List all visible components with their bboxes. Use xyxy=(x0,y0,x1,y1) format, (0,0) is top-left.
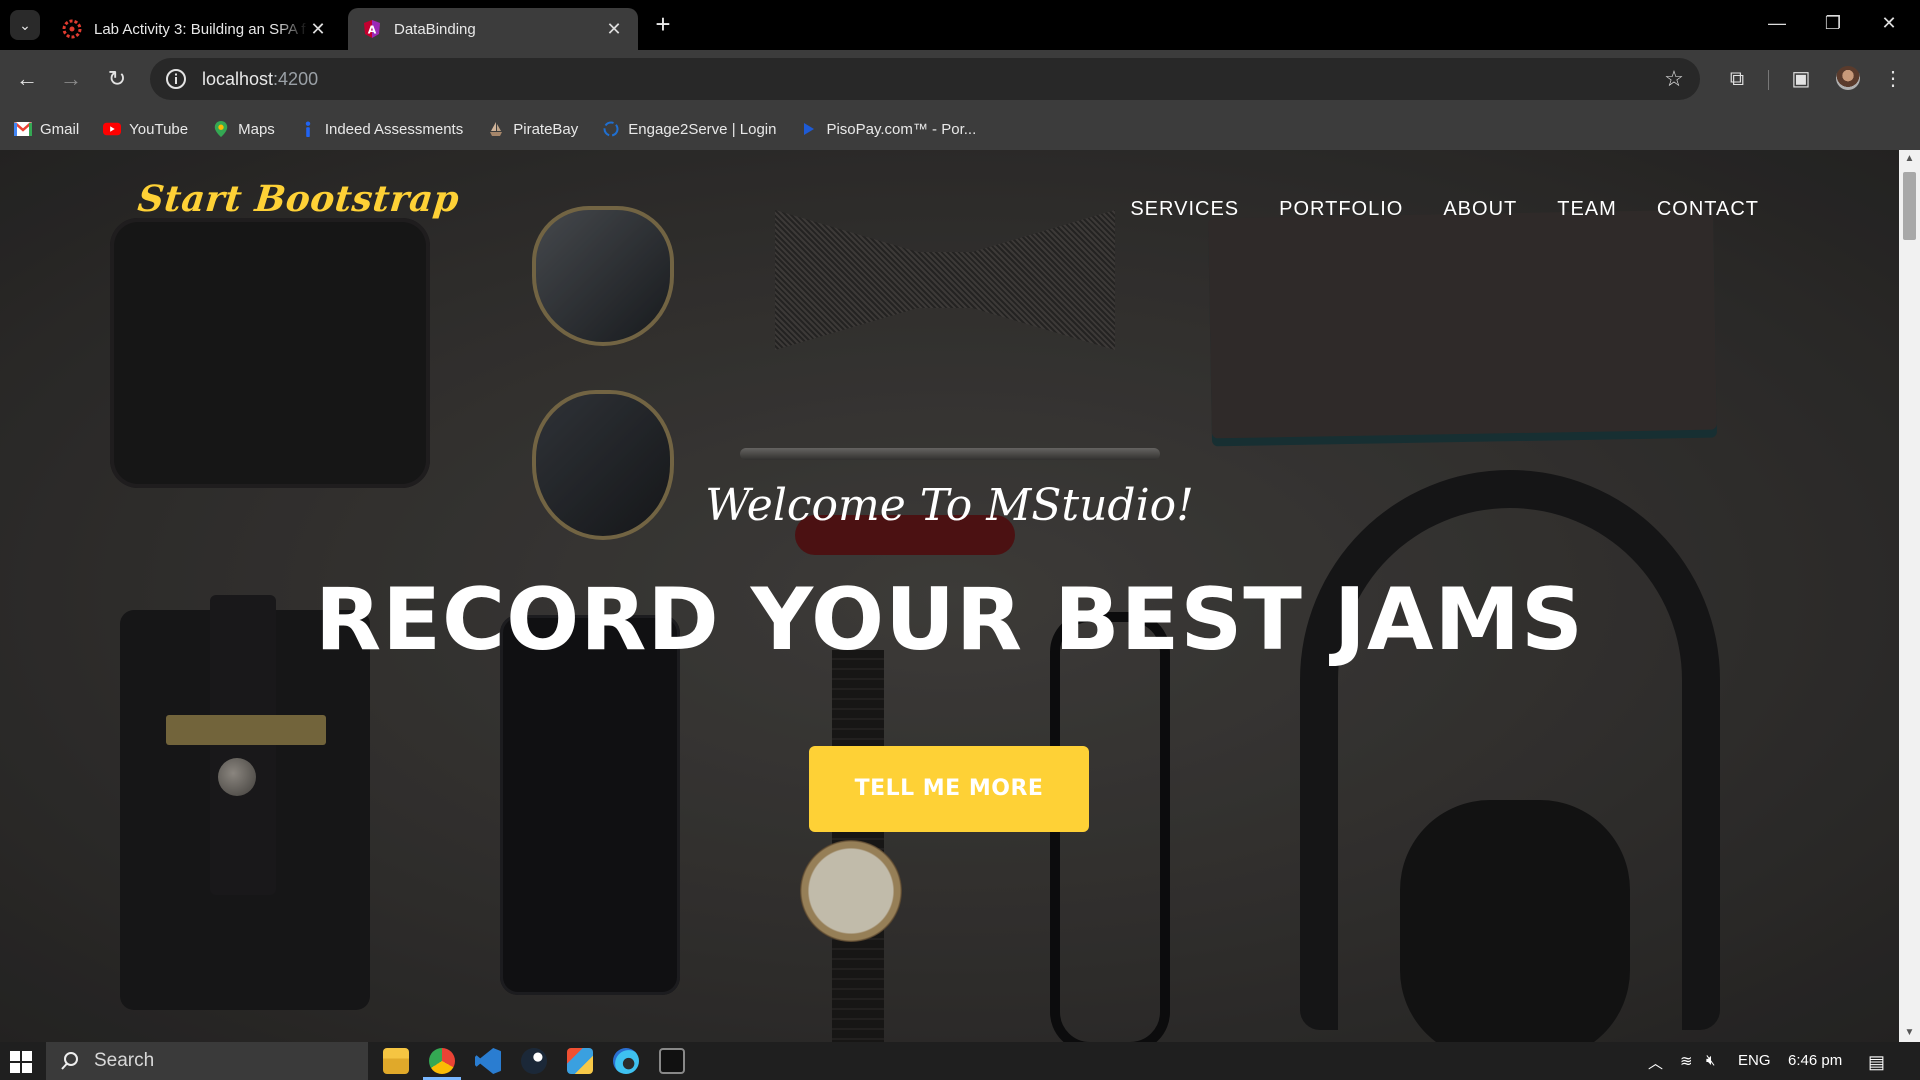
search-icon xyxy=(61,1052,78,1070)
site-brand-logo[interactable]: Start Bootstrap xyxy=(136,178,461,220)
scrollbar-thumb[interactable] xyxy=(1903,172,1916,240)
engage2serve-icon xyxy=(603,121,619,137)
nav-link-services[interactable]: SERVICES xyxy=(1130,198,1239,221)
language-indicator[interactable]: ENG xyxy=(1738,1052,1771,1069)
edge-icon[interactable] xyxy=(613,1048,639,1074)
side-panel-icon[interactable]: ▣ xyxy=(1788,66,1814,92)
browser-toolbar: ← → ↻ localhost:4200 ☆ ⧉ ▣ ⋮ xyxy=(0,50,1920,108)
url-host: localhost xyxy=(202,68,274,89)
back-arrow-icon[interactable]: ← xyxy=(12,64,42,94)
restore-icon[interactable]: ❐ xyxy=(1810,8,1856,38)
new-tab-plus-icon[interactable]: + xyxy=(650,11,676,38)
bookmarks-bar: Gmail YouTube Maps Indeed Assessments Pi… xyxy=(0,108,1920,150)
url-port: :4200 xyxy=(273,68,319,89)
vscode-icon[interactable] xyxy=(475,1048,501,1074)
nav-link-portfolio[interactable]: PORTFOLIO xyxy=(1279,198,1403,221)
bookmark-indeed[interactable]: Indeed Assessments xyxy=(299,121,463,138)
address-bar[interactable]: localhost:4200 ☆ xyxy=(150,58,1700,100)
nav-link-team[interactable]: TEAM xyxy=(1557,198,1617,221)
close-window-icon[interactable]: ✕ xyxy=(1866,8,1912,38)
nav-link-contact[interactable]: CONTACT xyxy=(1657,198,1759,221)
clock-time[interactable]: 6:46 pm xyxy=(1788,1052,1842,1069)
extensions-puzzle-icon[interactable]: ⧉ xyxy=(1724,66,1750,92)
hero-heading: RECORD YOUR BEST JAMS xyxy=(315,570,1584,670)
site-info-icon[interactable] xyxy=(164,67,188,91)
notifications-icon[interactable]: ▤ xyxy=(1868,1052,1885,1073)
tab-title: Lab Activity 3: Building an SPA f xyxy=(94,20,306,38)
bookmark-label: PirateBay xyxy=(513,120,579,138)
tab-close-icon[interactable]: ✕ xyxy=(604,19,624,39)
canvas-lms-icon xyxy=(62,19,82,39)
profile-avatar[interactable] xyxy=(1836,66,1860,90)
maps-icon xyxy=(214,121,228,137)
terminal-icon[interactable] xyxy=(659,1048,685,1074)
tab-search-chevron-down-icon[interactable]: ⌄ xyxy=(10,10,40,40)
bookmark-piratebay[interactable]: PirateBay xyxy=(487,121,578,138)
scroll-up-arrow-icon[interactable]: ▲ xyxy=(1899,150,1920,168)
bookmark-label: PisoPay.com™ - Por... xyxy=(826,120,977,138)
menu-kebab-icon[interactable]: ⋮ xyxy=(1880,66,1906,92)
url-text: localhost:4200 xyxy=(202,69,318,90)
page-viewport: Start Bootstrap SERVICES PORTFOLIO ABOUT… xyxy=(0,150,1899,1042)
bookmark-youtube[interactable]: YouTube xyxy=(103,121,188,138)
site-nav: SERVICES PORTFOLIO ABOUT TEAM CONTACT xyxy=(1090,198,1759,221)
bookmark-label: Gmail xyxy=(40,120,80,138)
tab-databinding[interactable]: A DataBinding ✕ xyxy=(348,8,638,50)
taskbar-search-placeholder: Search xyxy=(94,1050,155,1071)
bookmark-label: Engage2Serve | Login xyxy=(628,120,777,138)
windows-taskbar: Search ︿ ≋ 🔇︎ ENG 6:46 pm ▤ xyxy=(0,1042,1920,1080)
tab-title: DataBinding xyxy=(394,20,476,38)
bookmark-gmail[interactable]: Gmail xyxy=(14,121,79,138)
bookmark-star-icon[interactable]: ☆ xyxy=(1662,67,1686,91)
gmail-icon xyxy=(14,122,32,136)
indeed-icon xyxy=(305,121,311,137)
reload-icon[interactable]: ↻ xyxy=(102,64,132,94)
tray-chevron-up-icon[interactable]: ︿ xyxy=(1648,1052,1663,1073)
bookmark-label: Indeed Assessments xyxy=(324,120,464,138)
tab-close-icon[interactable]: ✕ xyxy=(308,19,328,39)
angular-icon: A xyxy=(364,20,380,38)
svg-text:A: A xyxy=(368,24,377,37)
bookmark-engage2serve[interactable]: Engage2Serve | Login xyxy=(602,121,776,138)
chrome-icon[interactable] xyxy=(423,1048,461,1080)
forward-arrow-icon[interactable]: → xyxy=(56,64,86,94)
tab-lab-activity[interactable]: Lab Activity 3: Building an SPA f ✕ xyxy=(48,8,342,50)
taskbar-search-box[interactable]: Search xyxy=(46,1042,368,1080)
bookmark-pisopay[interactable]: PisoPay.com™ - Por... xyxy=(800,121,976,138)
pisopay-icon xyxy=(804,123,815,135)
page-scrollbar[interactable]: ▲ ▼ xyxy=(1899,150,1920,1042)
bookmark-maps[interactable]: Maps xyxy=(212,121,275,138)
bookmark-label: Maps xyxy=(238,120,275,138)
file-explorer-icon[interactable] xyxy=(383,1048,409,1074)
windows-start-icon[interactable] xyxy=(10,1051,32,1073)
bookmark-label: YouTube xyxy=(129,120,189,138)
hero-subheading: Welcome To MStudio! xyxy=(705,480,1194,531)
browser-tab-bar: ⌄ Lab Activity 3: Building an SPA f ✕ A … xyxy=(0,0,1920,50)
steam-icon[interactable] xyxy=(521,1048,547,1074)
toolbar-divider xyxy=(1768,70,1769,90)
tell-me-more-button[interactable]: TELL ME MORE xyxy=(809,746,1089,832)
minimize-icon[interactable]: — xyxy=(1754,8,1800,38)
speaker-muted-icon[interactable]: 🔇︎ xyxy=(1706,1052,1715,1069)
youtube-icon xyxy=(103,122,122,136)
nav-link-about[interactable]: ABOUT xyxy=(1443,198,1517,221)
git-icon[interactable] xyxy=(567,1048,593,1074)
scroll-down-arrow-icon[interactable]: ▼ xyxy=(1899,1024,1920,1042)
ship-icon xyxy=(490,122,503,136)
wifi-icon[interactable]: ≋ xyxy=(1680,1052,1693,1070)
